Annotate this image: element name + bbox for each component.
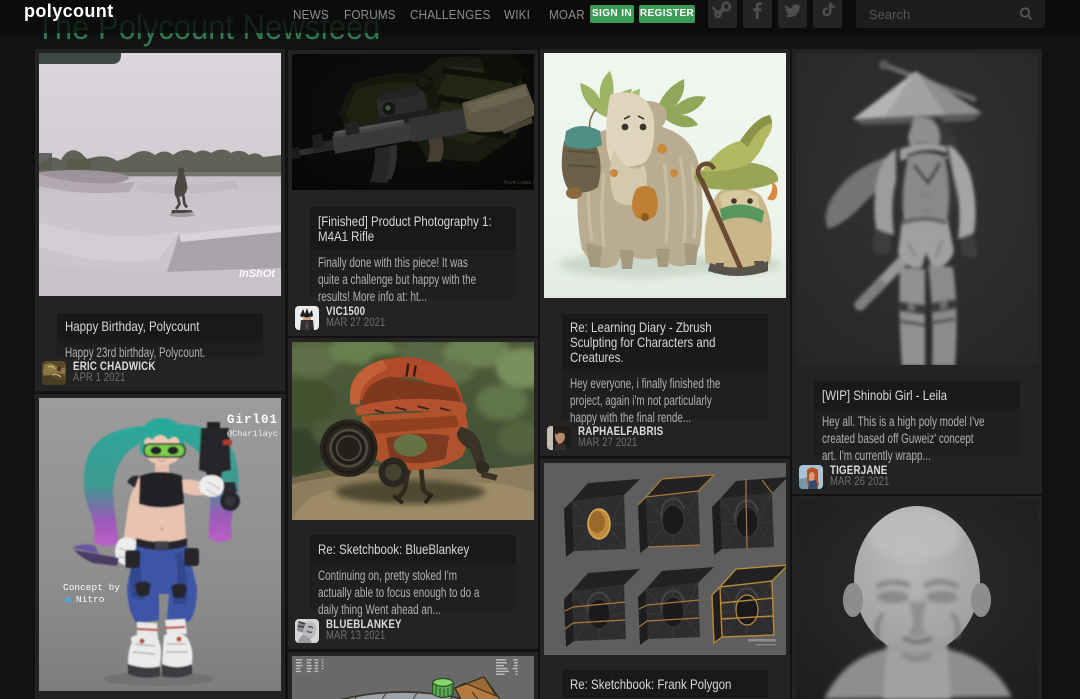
svg-text:Kevin Lopez 3D: Kevin Lopez 3D (504, 180, 534, 186)
svg-text:@Char1layc: @Char1layc (227, 429, 278, 439)
svg-text:Nitro: Nitro (76, 594, 105, 605)
svg-text:Girl01: Girl01 (227, 413, 278, 427)
svg-text:Concept by: Concept by (63, 582, 120, 593)
svg-text:InShOt: InShOt (239, 268, 276, 280)
